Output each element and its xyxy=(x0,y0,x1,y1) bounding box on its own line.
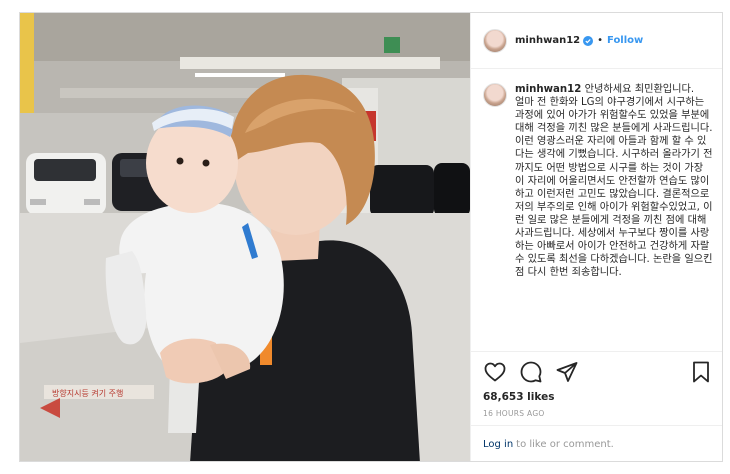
heart-icon[interactable] xyxy=(483,360,507,384)
verified-badge-icon xyxy=(583,35,594,46)
post-frame: 2 3 방향지시등 켜기 주행 xyxy=(19,12,723,462)
post-caption: minhwan12 안녕하세요 최민환입니다. 얼마 전 한화와 LG의 야구경… xyxy=(471,69,722,351)
login-suffix: to like or comment. xyxy=(516,439,614,450)
avatar[interactable] xyxy=(483,28,507,53)
header-separator: • xyxy=(597,35,604,46)
post-side-panel: minhwan12 • Follow minhwan12 안녕하세요 최민환입니… xyxy=(470,13,722,461)
caption-body: minhwan12 안녕하세요 최민환입니다. 얼마 전 한화와 LG의 야구경… xyxy=(515,83,713,351)
caption-avatar[interactable] xyxy=(483,83,507,107)
bookmark-icon[interactable] xyxy=(689,360,713,384)
login-link[interactable]: Log in xyxy=(483,439,513,450)
comment-icon[interactable] xyxy=(519,360,543,384)
post-header: minhwan12 • Follow xyxy=(471,13,722,69)
caption-text: 안녕하세요 최민환입니다. 얼마 전 한화와 LG의 야구경기에서 시구하는 과… xyxy=(515,84,713,279)
login-prompt: Log in to like or comment. xyxy=(471,425,722,461)
follow-button[interactable]: Follow xyxy=(607,35,643,46)
caption-username[interactable]: minhwan12 xyxy=(515,84,581,95)
post-actions: 68,653 likes 16 HOURS AGO xyxy=(471,351,722,418)
header-username[interactable]: minhwan12 xyxy=(515,35,580,46)
action-icons-row xyxy=(483,360,713,384)
share-icon[interactable] xyxy=(555,360,579,384)
post-photo[interactable]: 2 3 방향지시등 켜기 주행 xyxy=(20,13,470,461)
likes-count[interactable]: 68,653 likes xyxy=(483,391,713,403)
floor-marking-text: 방향지시등 켜기 주행 xyxy=(52,388,123,398)
post-photo-image: 2 3 방향지시등 켜기 주행 xyxy=(20,13,470,461)
post-timestamp[interactable]: 16 HOURS AGO xyxy=(483,409,713,418)
